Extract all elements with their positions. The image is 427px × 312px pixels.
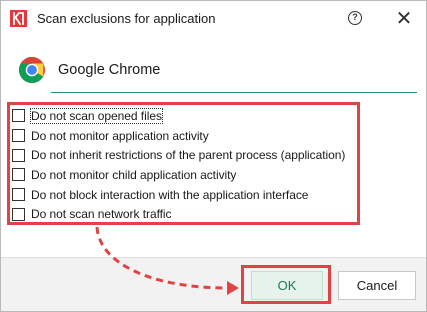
application-header: Google Chrome	[18, 55, 418, 85]
option-do-not-monitor-application-activity[interactable]: Do not monitor application activity	[12, 126, 357, 146]
ok-button[interactable]: OK	[251, 271, 323, 300]
option-label: Do not monitor child application activit…	[31, 167, 237, 182]
checkbox[interactable]	[12, 148, 25, 162]
window-title: Scan exclusions for application	[37, 11, 216, 26]
question-circle-icon: ?	[348, 11, 362, 25]
option-do-not-inherit-restrictions[interactable]: Do not inherit restrictions of the paren…	[12, 145, 357, 165]
option-do-not-monitor-child-activity[interactable]: Do not monitor child application activit…	[12, 165, 357, 185]
option-do-not-scan-opened-files[interactable]: Do not scan opened files	[12, 106, 357, 126]
cancel-button[interactable]: Cancel	[338, 271, 416, 300]
option-do-not-scan-network-traffic[interactable]: Do not scan network traffic	[12, 204, 357, 224]
checkbox[interactable]	[12, 207, 25, 221]
application-name: Google Chrome	[58, 62, 161, 78]
option-do-not-block-interface-interaction[interactable]: Do not block interaction with the applic…	[12, 185, 357, 205]
checkbox[interactable]	[12, 109, 25, 123]
checkbox[interactable]	[12, 188, 25, 202]
scan-exclusions-dialog: Scan exclusions for application ? ✕ Goog…	[0, 0, 427, 312]
close-button[interactable]: ✕	[389, 6, 419, 30]
kaspersky-logo-icon	[10, 10, 27, 27]
title-bar: Scan exclusions for application ? ✕	[1, 1, 426, 35]
checkbox[interactable]	[12, 129, 25, 143]
help-button[interactable]: ?	[341, 7, 369, 29]
option-label: Do not inherit restrictions of the paren…	[31, 148, 346, 163]
header-divider	[51, 92, 417, 93]
exclusion-options-list: Do not scan opened files Do not monitor …	[12, 106, 357, 224]
option-label: Do not scan opened files	[30, 107, 163, 124]
checkbox[interactable]	[12, 168, 25, 182]
option-label: Do not monitor application activity	[31, 128, 209, 143]
option-label: Do not scan network traffic	[31, 207, 172, 222]
close-icon: ✕	[395, 6, 413, 30]
option-label: Do not block interaction with the applic…	[31, 187, 309, 202]
chrome-icon	[18, 57, 45, 84]
